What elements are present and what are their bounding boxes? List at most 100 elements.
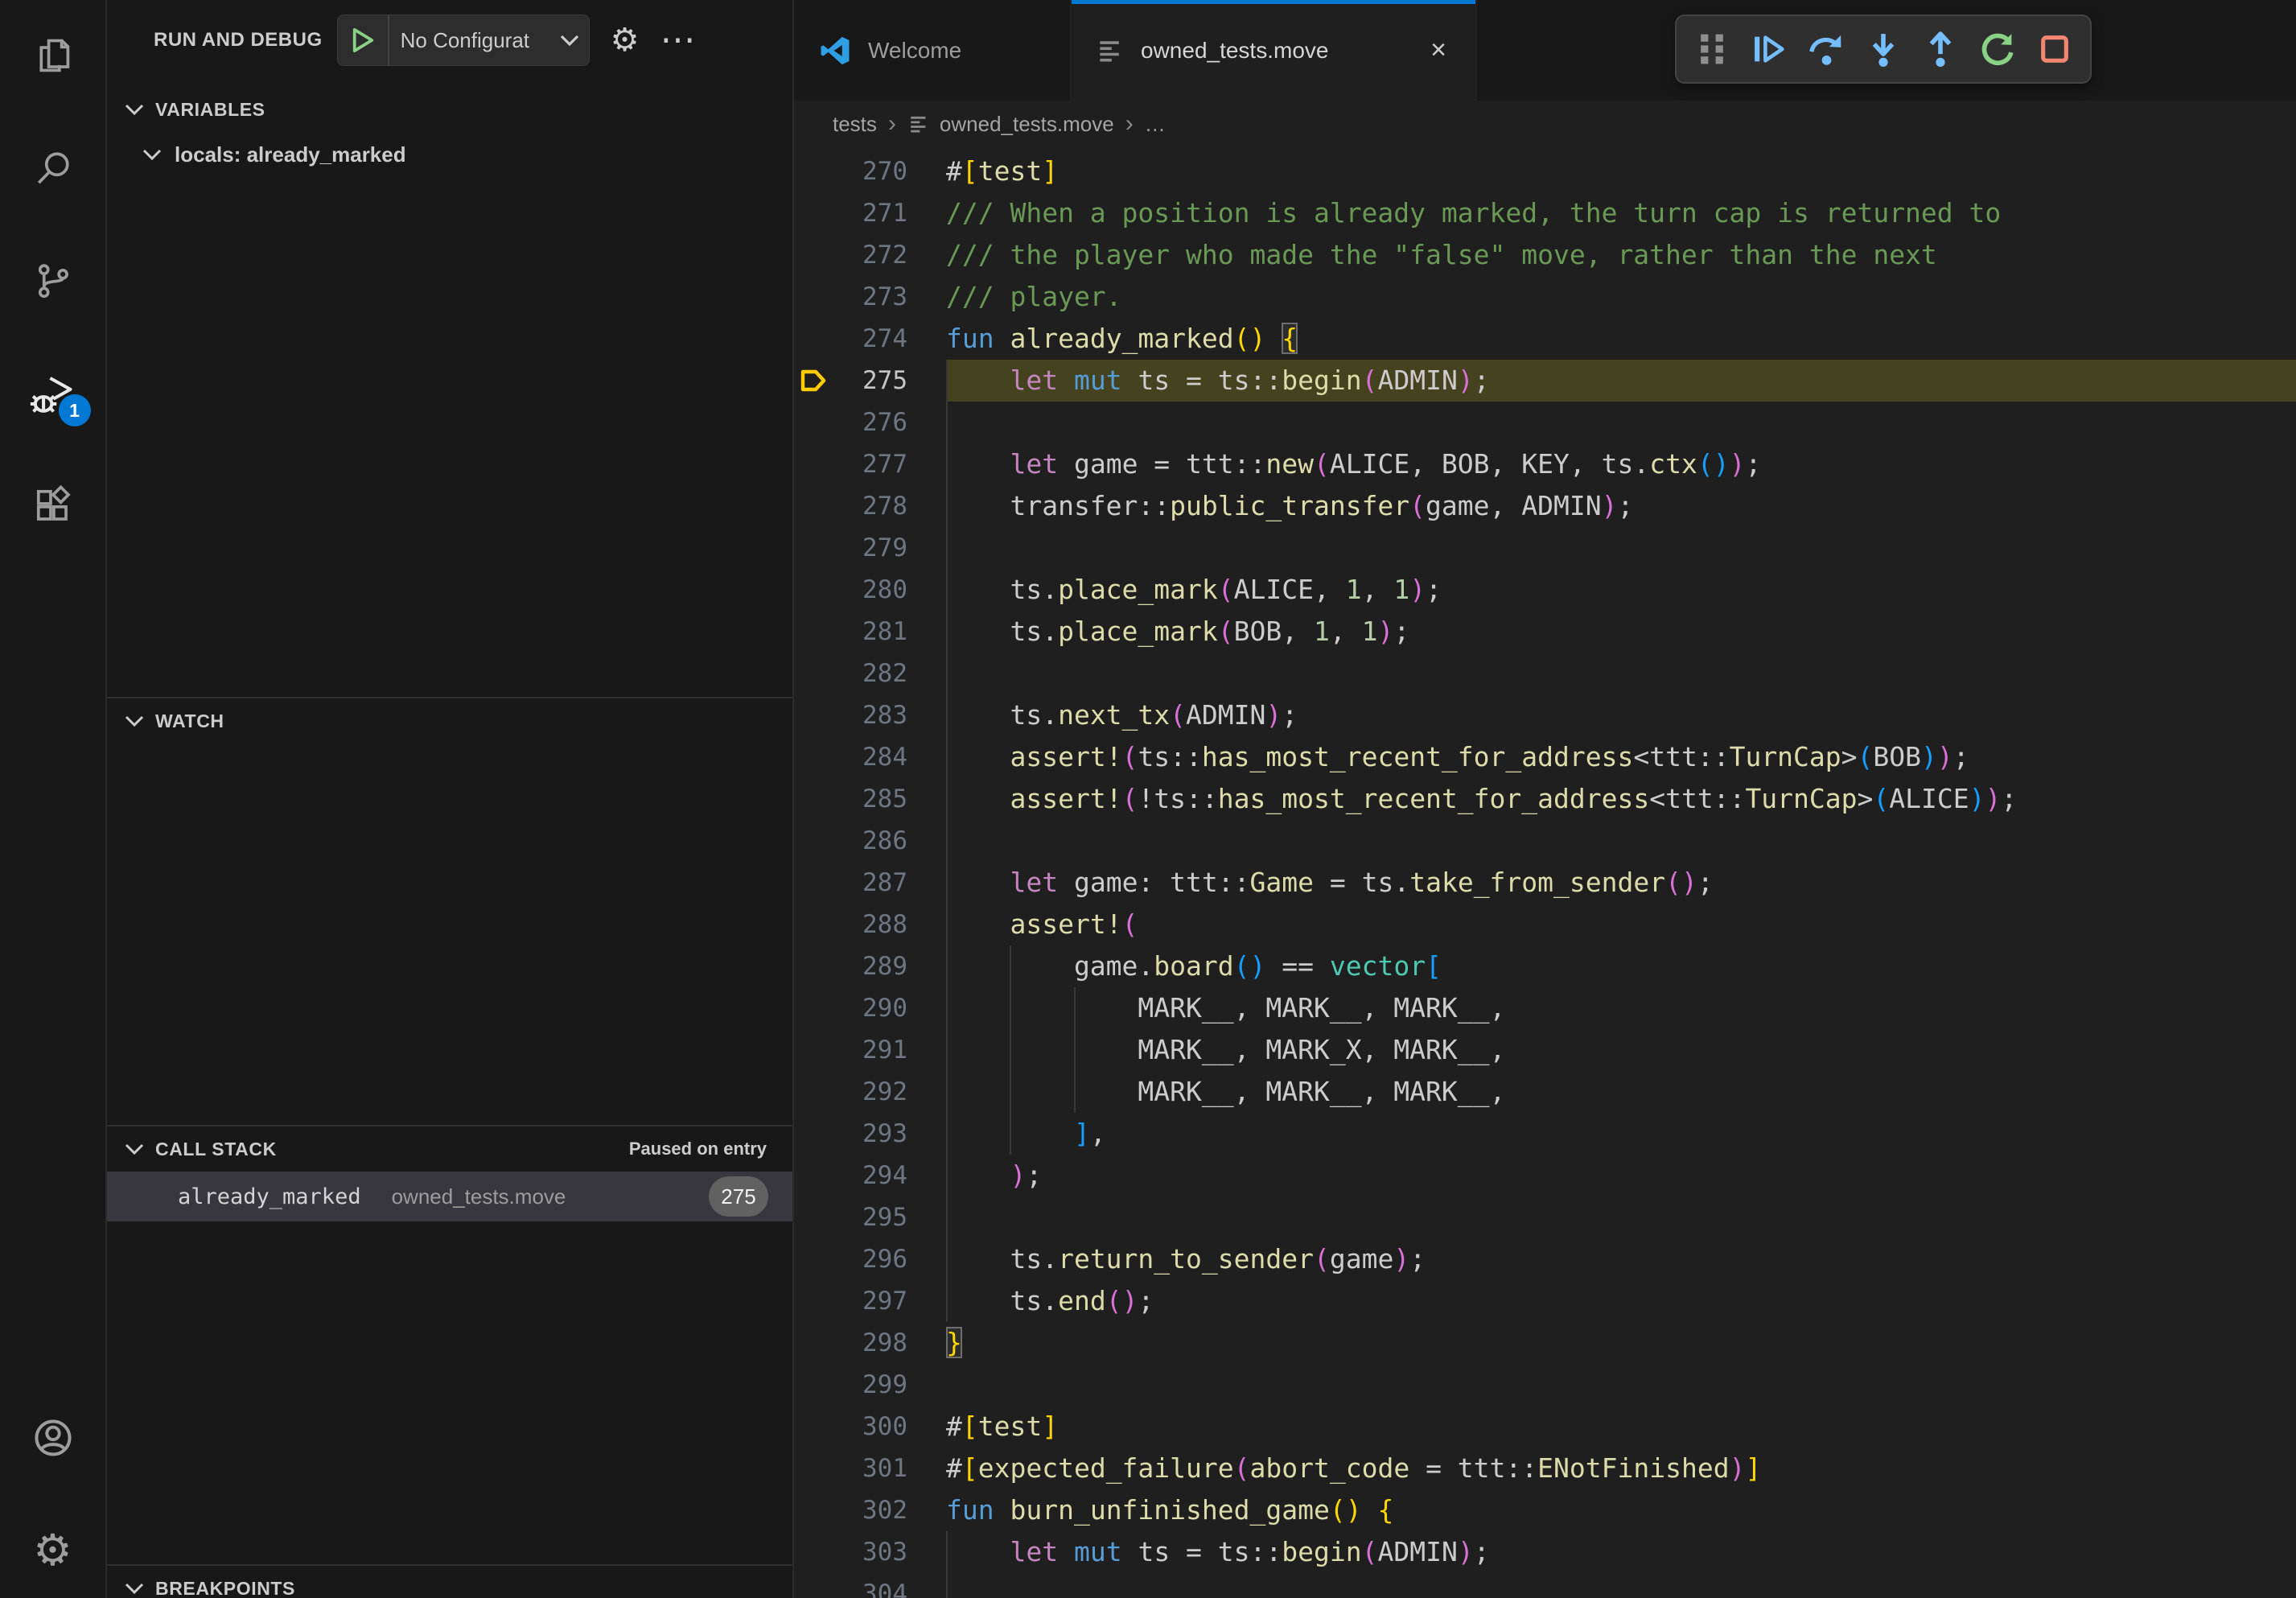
code-token: > bbox=[1841, 741, 1858, 772]
breakpoint-gutter[interactable] bbox=[794, 820, 831, 862]
code-line-text: /// player. bbox=[946, 276, 2296, 318]
breakpoint-gutter[interactable] bbox=[794, 1196, 831, 1238]
code-token: board bbox=[1154, 950, 1233, 982]
step-over-button[interactable] bbox=[1801, 24, 1851, 74]
breakpoints-section-header[interactable]: BREAKPOINTS bbox=[107, 1566, 792, 1598]
breakpoint-gutter[interactable] bbox=[794, 192, 831, 234]
breakpoint-gutter[interactable] bbox=[794, 611, 831, 653]
sidebar-item-explorer[interactable] bbox=[0, 13, 105, 101]
gutter-spacer bbox=[907, 1029, 946, 1071]
breakpoint-gutter[interactable] bbox=[794, 1071, 831, 1113]
breakpoint-gutter[interactable] bbox=[794, 987, 831, 1029]
tab-owned-tests-move[interactable]: owned_tests.move × bbox=[1072, 0, 1477, 101]
breakpoint-gutter[interactable] bbox=[794, 904, 831, 945]
indent-guide bbox=[946, 653, 948, 694]
breakpoint-gutter[interactable] bbox=[794, 736, 831, 778]
breakpoint-gutter[interactable] bbox=[794, 1029, 831, 1071]
breakpoint-gutter[interactable] bbox=[794, 778, 831, 820]
breakpoint-gutter[interactable] bbox=[794, 234, 831, 276]
breakpoint-gutter[interactable] bbox=[794, 1531, 831, 1573]
breakpoint-gutter[interactable] bbox=[794, 1448, 831, 1489]
editor-code-area[interactable]: 270#[test]271/// When a position is alre… bbox=[794, 147, 2296, 1598]
code-token: ADMIN bbox=[1186, 699, 1265, 731]
code-line-text: transfer::public_transfer(game, ADMIN); bbox=[946, 485, 2296, 527]
tab-welcome[interactable]: Welcome bbox=[794, 0, 1072, 101]
start-debug-button[interactable] bbox=[338, 15, 389, 65]
breakpoint-gutter[interactable] bbox=[794, 1113, 831, 1155]
code-token: == bbox=[1265, 950, 1329, 982]
settings-button[interactable]: ⚙ bbox=[0, 1506, 105, 1595]
code-token: ( bbox=[1362, 1536, 1378, 1567]
code-token: <ttt:: bbox=[1633, 741, 1729, 772]
variables-scope-locals[interactable]: locals: already_marked bbox=[107, 132, 792, 177]
sidebar-item-run-and-debug[interactable]: 1 bbox=[0, 351, 105, 439]
breakpoint-gutter[interactable] bbox=[794, 443, 831, 485]
views-more-actions-button[interactable]: ⋯ bbox=[660, 31, 695, 49]
code-token: ) bbox=[1921, 741, 1937, 772]
breakpoint-gutter[interactable] bbox=[794, 318, 831, 360]
breakpoint-gutter[interactable] bbox=[794, 569, 831, 611]
sidebar-item-search[interactable] bbox=[0, 126, 105, 214]
breakpoint-gutter[interactable] bbox=[794, 1489, 831, 1531]
code-token: ; bbox=[1026, 1159, 1042, 1191]
breakpoint-gutter[interactable] bbox=[794, 1364, 831, 1406]
code-line: 289 game.board() == vector[ bbox=[794, 945, 2296, 987]
section-label: BREAKPOINTS bbox=[155, 1578, 295, 1598]
code-token bbox=[1362, 1494, 1378, 1526]
breakpoint-gutter[interactable] bbox=[794, 694, 831, 736]
gutter-spacer bbox=[907, 192, 946, 234]
code-token: ) bbox=[1458, 364, 1474, 396]
breakpoint-gutter[interactable] bbox=[794, 1406, 831, 1448]
sidebar-item-extensions[interactable] bbox=[0, 463, 105, 552]
restart-button[interactable] bbox=[1973, 24, 2022, 74]
breakpoint-gutter[interactable] bbox=[794, 1238, 831, 1280]
watch-section: WATCH bbox=[107, 697, 792, 743]
code-line-text: /// the player who made the "false" move… bbox=[946, 234, 2296, 276]
breakpoint-gutter[interactable] bbox=[794, 485, 831, 527]
breakpoint-gutter[interactable] bbox=[794, 653, 831, 694]
indent-guide bbox=[1074, 1029, 1076, 1071]
current-line-marker[interactable] bbox=[794, 360, 831, 402]
code-token: fun bbox=[946, 1494, 1010, 1526]
stop-button[interactable] bbox=[2030, 24, 2080, 74]
breakpoint-gutter[interactable] bbox=[794, 402, 831, 443]
code-line: 277 let game = ttt::new(ALICE, BOB, KEY,… bbox=[794, 443, 2296, 485]
breakpoint-gutter[interactable] bbox=[794, 1573, 831, 1598]
breakpoint-gutter[interactable] bbox=[794, 862, 831, 904]
breadcrumb-item-tests[interactable]: tests bbox=[833, 112, 877, 137]
watch-section-header[interactable]: WATCH bbox=[107, 698, 792, 743]
code-token: next_tx bbox=[1058, 699, 1170, 731]
chevron-down-icon bbox=[560, 34, 579, 47]
breakpoint-gutter[interactable] bbox=[794, 150, 831, 192]
breadcrumb-item-file[interactable]: owned_tests.move bbox=[940, 112, 1114, 137]
code-line-text bbox=[946, 1364, 2296, 1406]
debug-config-dropdown[interactable]: No Configurat bbox=[389, 15, 589, 65]
call-stack-frame[interactable]: already_marked owned_tests.move 275 bbox=[107, 1172, 792, 1221]
code-token: mut bbox=[1074, 1536, 1122, 1567]
breakpoint-gutter[interactable] bbox=[794, 1322, 831, 1364]
breakpoint-gutter[interactable] bbox=[794, 945, 831, 987]
code-line-text: ts.place_mark(ALICE, 1, 1); bbox=[946, 569, 2296, 611]
variables-section-header[interactable]: VARIABLES bbox=[107, 87, 792, 132]
step-into-button[interactable] bbox=[1858, 24, 1908, 74]
breakpoint-gutter[interactable] bbox=[794, 527, 831, 569]
debug-settings-button[interactable]: ⚙ bbox=[611, 24, 640, 56]
sidebar-item-source-control[interactable] bbox=[0, 238, 105, 327]
code-token: assert! bbox=[1010, 908, 1121, 940]
toolbar-drag-handle[interactable] bbox=[1687, 24, 1737, 74]
line-number: 278 bbox=[831, 485, 907, 527]
breadcrumb-item-symbol[interactable]: … bbox=[1145, 112, 1166, 137]
breakpoint-gutter[interactable] bbox=[794, 1280, 831, 1322]
close-icon[interactable]: × bbox=[1426, 35, 1451, 66]
call-stack-section-header[interactable]: CALL STACK Paused on entry bbox=[107, 1126, 792, 1172]
account-button[interactable] bbox=[0, 1395, 105, 1484]
gripper-icon bbox=[1698, 31, 1726, 68]
breakpoint-gutter[interactable] bbox=[794, 276, 831, 318]
line-number: 302 bbox=[831, 1489, 907, 1531]
continue-button[interactable] bbox=[1744, 24, 1794, 74]
code-token: ALICE, bbox=[1234, 574, 1346, 605]
line-number: 277 bbox=[831, 443, 907, 485]
play-icon bbox=[351, 27, 375, 54]
step-out-button[interactable] bbox=[1915, 24, 1965, 74]
breakpoint-gutter[interactable] bbox=[794, 1155, 831, 1196]
